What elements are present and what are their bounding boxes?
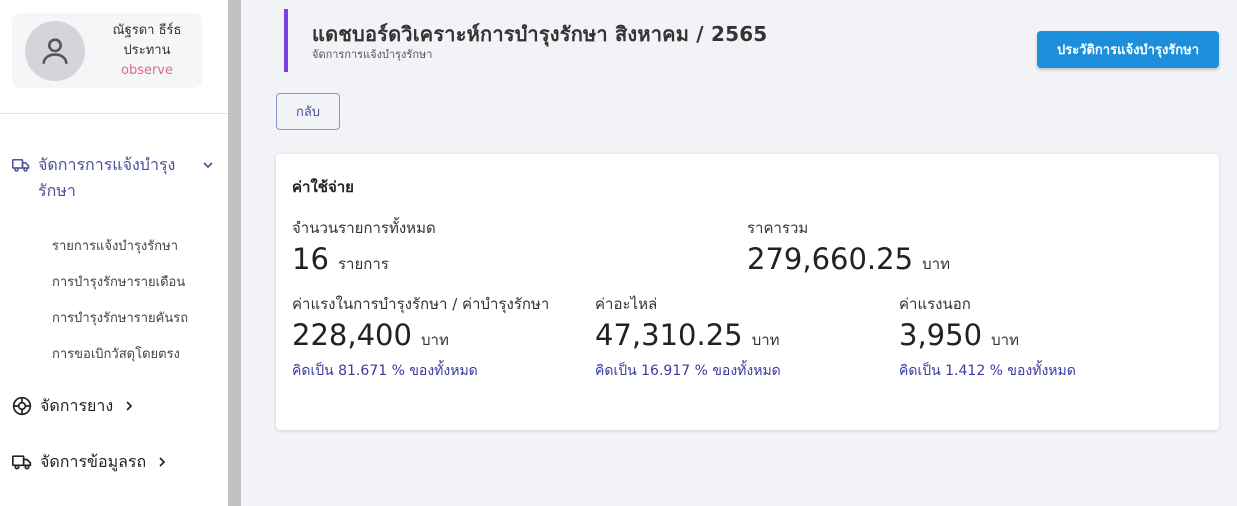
stat-percent: คิดเป็น 16.917 % ของทั้งหมด: [595, 363, 781, 379]
header-accent-bar: [284, 9, 288, 72]
stat-label: ราคารวม: [747, 219, 809, 237]
stat-unit: บาท: [991, 331, 1019, 349]
stat-label: ค่าแรงในการบำรุงรักษา / ค่าบำรุงรักษา: [292, 295, 550, 313]
sidebar-scrollbar[interactable]: [228, 0, 241, 506]
maintenance-history-button[interactable]: ประวัติการแจ้งบำรุงรักษา: [1037, 31, 1219, 68]
stat-percent: คิดเป็น 81.671 % ของทั้งหมด: [292, 363, 478, 379]
stat-outside-labor: ค่าแรงนอก 3,950 บาท คิดเป็น 1.412 % ของท…: [899, 292, 1076, 382]
profile-card[interactable]: ณัฐรดา ธีร์ธ ประทาน observe: [12, 13, 202, 88]
truck-icon: [12, 455, 32, 470]
sidebar-item-tires[interactable]: จัดการยาง: [12, 393, 137, 419]
sidebar-subitem-material-request[interactable]: การขอเบิกวัสดุโดยตรง: [52, 343, 180, 364]
stat-percent: คิดเป็น 1.412 % ของทั้งหมด: [899, 363, 1076, 379]
stat-value: 3,950: [899, 318, 983, 352]
stat-total-items: จำนวนรายการทั้งหมด 16 รายการ: [292, 216, 436, 276]
sidebar: ณัฐรดา ธีร์ธ ประทาน observe จัดการการแจ้…: [0, 0, 228, 506]
stat-unit: บาท: [751, 331, 780, 349]
user-icon: [42, 38, 68, 64]
card-title: ค่าใช้จ่าย: [292, 178, 354, 196]
sidebar-item-vehicles-label: จัดการข้อมูลรถ: [40, 452, 147, 471]
chevron-right-icon: [159, 457, 166, 467]
chevron-down-icon[interactable]: [200, 157, 216, 173]
sidebar-divider: [0, 113, 228, 114]
stat-label: จำนวนรายการทั้งหมด: [292, 219, 436, 237]
sidebar-item-tires-label: จัดการยาง: [40, 396, 114, 415]
profile-name: ณัฐรดา ธีร์ธ: [112, 23, 182, 38]
truck-icon: [12, 159, 30, 172]
stat-total-price: ราคารวม 279,660.25 บาท: [747, 216, 950, 276]
sidebar-item-vehicles[interactable]: จัดการข้อมูลรถ: [12, 449, 170, 475]
stat-parts-cost: ค่าอะไหล่ 47,310.25 บาท คิดเป็น 16.917 %…: [595, 292, 781, 382]
stat-value: 47,310.25: [595, 318, 743, 352]
sidebar-subitem-per-vehicle[interactable]: การบำรุงรักษารายคันรถ: [52, 307, 188, 328]
chevron-right-icon: [126, 401, 133, 411]
sidebar-subitem-maintenance-list[interactable]: รายการแจ้งบำรุงรักษา: [52, 235, 178, 256]
stat-value: 228,400: [292, 318, 412, 352]
stat-unit: บาท: [922, 255, 950, 273]
sidebar-subitem-monthly[interactable]: การบำรุงรักษารายเดือน: [52, 271, 185, 292]
sidebar-item-maintenance[interactable]: จัดการการแจ้งบำรุงรักษา: [12, 152, 216, 204]
stat-labor-cost: ค่าแรงในการบำรุงรักษา / ค่าบำรุงรักษา 22…: [292, 292, 549, 382]
stat-value: 16: [292, 242, 329, 276]
page-subtitle: จัดการการแจ้งบำรุงรักษา: [312, 48, 433, 61]
back-button[interactable]: กลับ: [276, 93, 340, 130]
stat-label: ค่าอะไหล่: [595, 295, 658, 313]
stat-unit: บาท: [421, 331, 449, 349]
expense-card: ค่าใช้จ่าย จำนวนรายการทั้งหมด 16 รายการ …: [276, 154, 1219, 430]
profile-role-tag: observe: [120, 63, 173, 78]
avatar: [25, 21, 85, 81]
profile-position: ประทาน: [123, 43, 171, 58]
stat-unit: รายการ: [338, 255, 389, 273]
stat-value: 279,660.25: [747, 242, 914, 276]
sidebar-item-maintenance-label: จัดการการแจ้งบำรุงรักษา: [38, 155, 176, 200]
stat-label: ค่าแรงนอก: [899, 295, 971, 313]
tire-icon: [12, 396, 32, 416]
